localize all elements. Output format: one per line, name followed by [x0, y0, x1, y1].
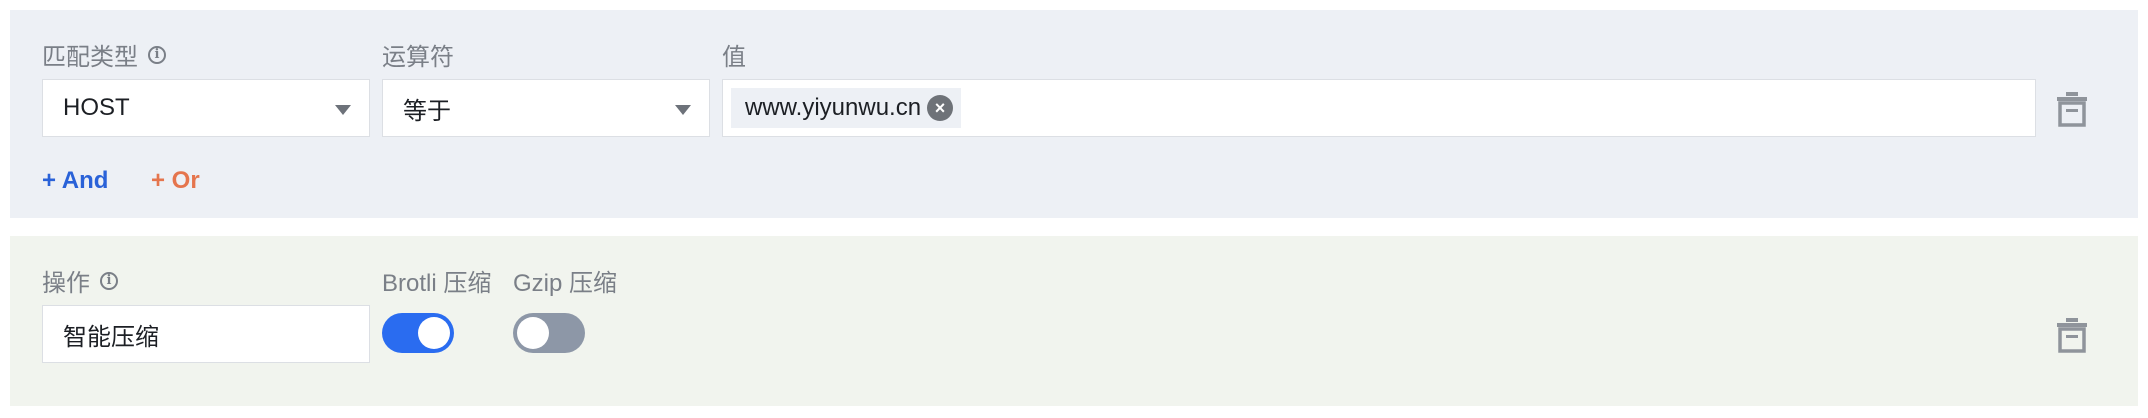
toggle-knob [418, 317, 450, 349]
gzip-toggle[interactable] [513, 313, 585, 353]
match-condition-panel: 匹配类型 i 运算符 值 HOST 等于 www.yiyunwu.cn × + … [10, 10, 2138, 218]
match-type-value: HOST [63, 94, 130, 121]
trash-icon[interactable] [2056, 317, 2088, 353]
toggle-knob [517, 317, 549, 349]
operation-select[interactable]: 智能压缩 [42, 305, 370, 363]
value-tag-input[interactable]: www.yiyunwu.cn × [722, 79, 2036, 137]
chevron-down-icon [335, 105, 351, 115]
operator-value: 等于 [403, 97, 451, 125]
gzip-label: Gzip 压缩 [513, 270, 618, 297]
trash-icon[interactable] [2056, 91, 2088, 127]
info-icon[interactable]: i [100, 271, 118, 290]
add-and-condition-button[interactable]: + And [42, 167, 108, 195]
operation-label: 操作 i [42, 263, 118, 298]
match-type-label: 匹配类型 i [42, 37, 166, 72]
info-icon[interactable]: i [148, 45, 166, 64]
add-or-condition-button[interactable]: + Or [151, 167, 200, 195]
value-tag: www.yiyunwu.cn × [731, 88, 962, 128]
brotli-label: Brotli 压缩 [382, 270, 492, 297]
operator-label: 运算符 [382, 44, 454, 71]
value-label: 值 [722, 44, 746, 71]
chevron-down-icon [675, 105, 691, 115]
close-circle-icon[interactable]: × [927, 95, 954, 121]
brotli-toggle[interactable] [382, 313, 454, 353]
value-tag-text: www.yiyunwu.cn [745, 94, 922, 121]
operation-value: 智能压缩 [63, 323, 159, 351]
operator-select[interactable]: 等于 [382, 79, 710, 137]
action-panel: 操作 i Brotli 压缩 Gzip 压缩 智能压缩 [10, 236, 2138, 406]
match-type-select[interactable]: HOST [42, 79, 370, 137]
